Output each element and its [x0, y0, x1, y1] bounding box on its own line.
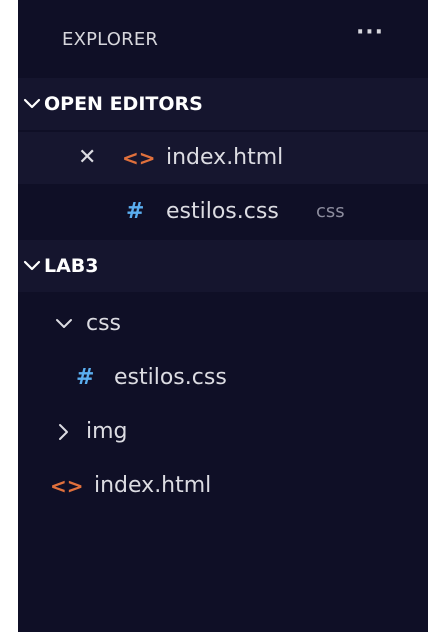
chevron-right-icon	[59, 424, 68, 440]
tree-folder-label: css	[86, 311, 122, 336]
explorer-title: EXPLORER	[62, 29, 159, 50]
tree-folder-label: img	[86, 419, 128, 444]
tree-folder-img[interactable]: img	[18, 406, 428, 458]
open-editor-estilos-css[interactable]: # estilos.css css	[18, 186, 428, 238]
workspace-label: LAB3	[44, 255, 99, 277]
window: EXPLORER ··· OPEN EDITORS ✕ <> index.htm…	[0, 0, 446, 644]
open-editor-index-html[interactable]: ✕ <> index.html	[18, 132, 428, 184]
css-icon: #	[76, 365, 95, 390]
open-editor-filename: estilos.css	[166, 199, 279, 224]
tree-file-label: estilos.css	[114, 365, 227, 390]
more-actions-icon[interactable]: ···	[350, 22, 390, 52]
css-icon: #	[126, 199, 145, 224]
html-icon: <>	[122, 146, 156, 170]
open-editors-label: OPEN EDITORS	[44, 93, 203, 115]
close-icon[interactable]: ✕	[78, 132, 96, 184]
chevron-down-icon	[23, 260, 41, 271]
chevron-down-icon	[23, 98, 41, 109]
workspace-header[interactable]: LAB3	[18, 240, 428, 292]
tree-file-index-html[interactable]: <> index.html	[18, 460, 428, 512]
open-editor-filename: index.html	[166, 145, 284, 170]
chevron-down-icon	[56, 319, 72, 328]
explorer-panel: EXPLORER ··· OPEN EDITORS ✕ <> index.htm…	[18, 0, 428, 632]
open-editor-description: css	[316, 201, 345, 222]
left-margin	[0, 0, 18, 644]
tree-folder-css[interactable]: css	[18, 298, 428, 350]
open-editors-header[interactable]: OPEN EDITORS	[18, 78, 428, 130]
html-icon: <>	[50, 474, 84, 498]
tree-file-label: index.html	[94, 473, 212, 498]
tree-file-estilos-css[interactable]: # estilos.css	[18, 352, 428, 404]
